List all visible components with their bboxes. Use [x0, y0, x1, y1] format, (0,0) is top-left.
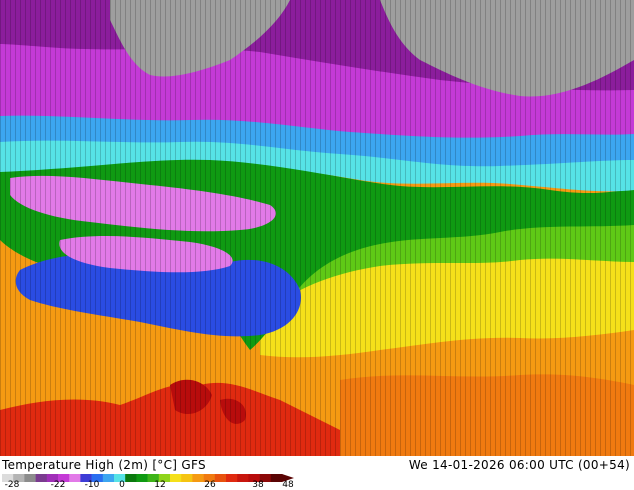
scale-tick-label: 26	[204, 480, 216, 490]
map-footer: Temperature High (2m) [°C] GFS We 14-01-…	[0, 456, 634, 490]
forecast-timestamp: We 14-01-2026 06:00 UTC (00+54)	[408, 458, 630, 472]
scale-tick-label: 48	[282, 480, 294, 490]
scale-tick-label: 38	[252, 480, 264, 490]
scale-tick-label: -22	[50, 480, 66, 490]
scale-tick-label: -10	[84, 480, 100, 490]
contour-label-overlay	[0, 0, 634, 456]
scale-tick-label: 0	[119, 480, 125, 490]
scale-tick-label: 12	[154, 480, 166, 490]
color-scale-ticks: -28 -22 -10 0 12 26 38 48	[0, 480, 300, 490]
map-title: Temperature High (2m) [°C] GFS	[2, 458, 206, 472]
scale-tick-label: -28	[4, 480, 20, 490]
temperature-map	[0, 0, 634, 456]
